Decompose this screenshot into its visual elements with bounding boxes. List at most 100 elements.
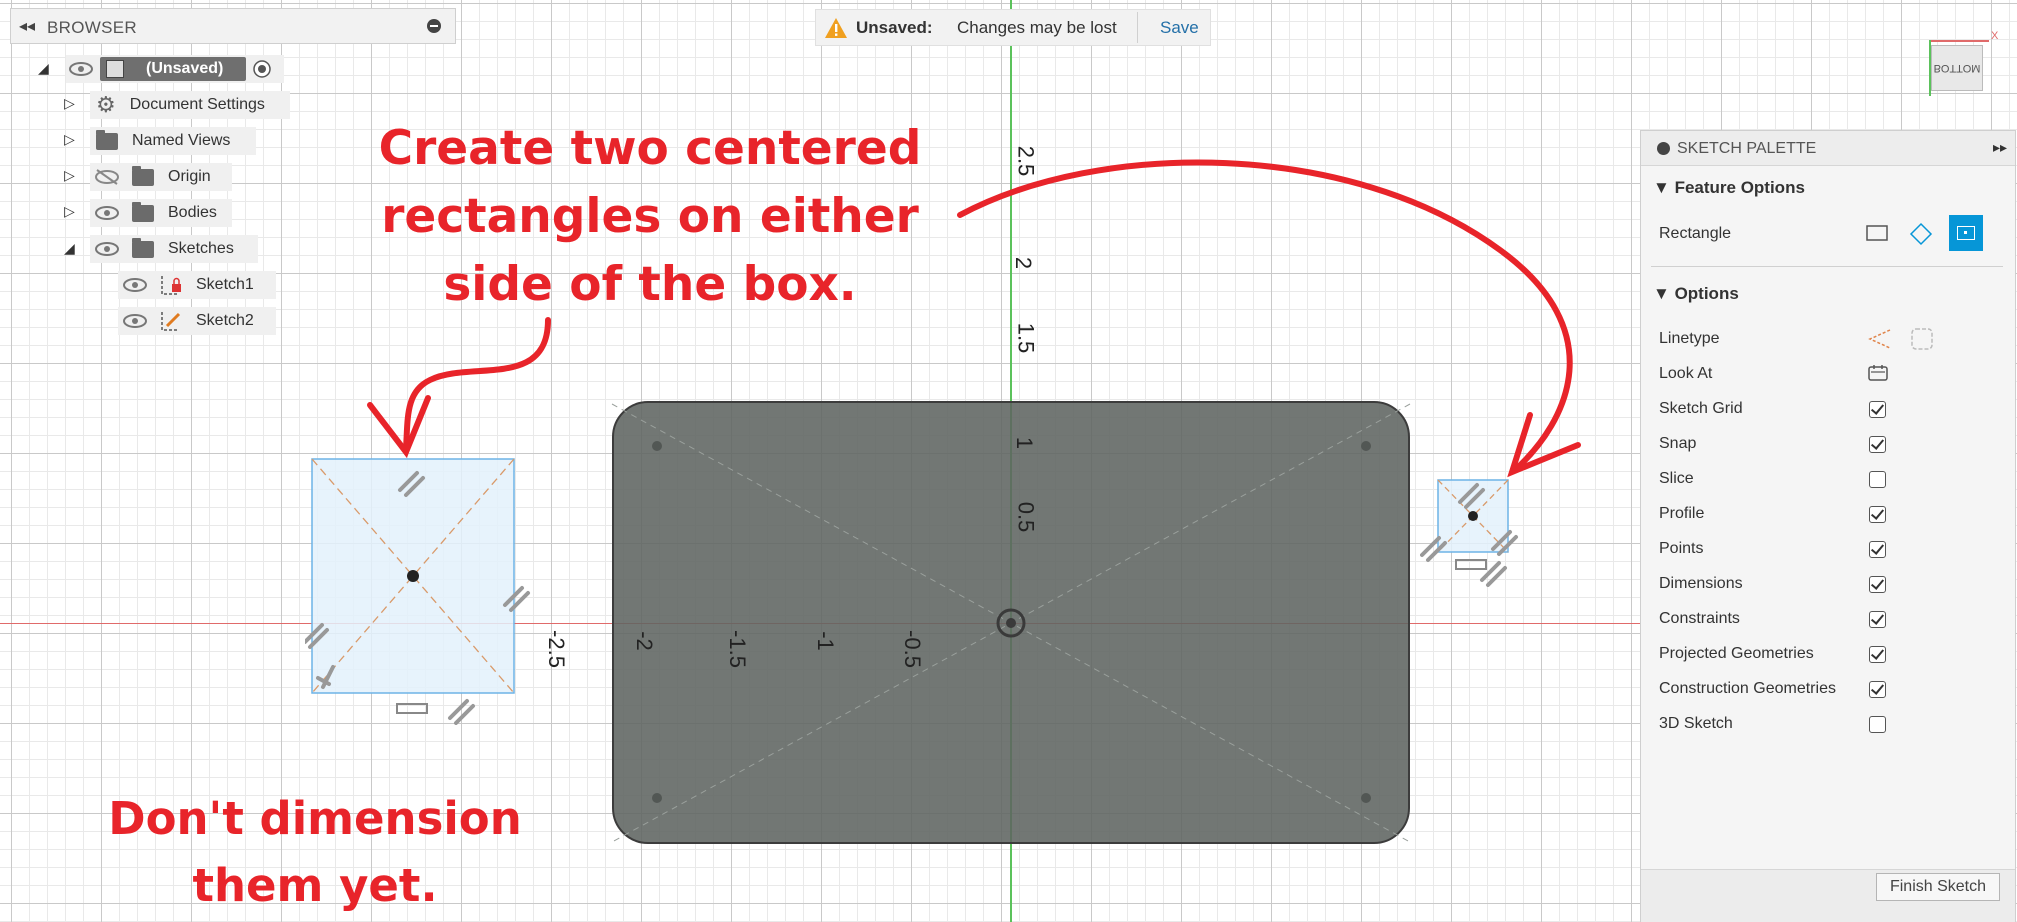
x-axis-letter: X <box>1991 30 1999 42</box>
visibility-icon[interactable] <box>68 61 94 77</box>
annotation-line: Don't dimension <box>108 792 522 845</box>
collapse-triangle-icon[interactable]: ◢ <box>64 240 75 257</box>
x-axis-indicator <box>1929 40 1989 42</box>
options-heading[interactable]: ▼ Options <box>1653 284 1739 304</box>
folder-icon <box>132 201 154 222</box>
unsaved-notification: Unsaved: Changes may be lost Save <box>815 9 1211 46</box>
annotation-line: rectangles on either <box>381 189 919 244</box>
tree-item-label: Document Settings <box>129 96 265 113</box>
option-label: Snap <box>1659 435 1697 452</box>
divider <box>1137 12 1138 43</box>
tree-item-sketch1[interactable]: Sketch1 <box>118 271 276 299</box>
expand-triangle-icon[interactable]: ▷ <box>64 203 75 220</box>
option-label: Slice <box>1659 470 1694 487</box>
finish-sketch-label: Finish Sketch <box>1889 878 1987 895</box>
expand-triangle-icon[interactable]: ▷ <box>64 95 75 112</box>
visibility-icon[interactable] <box>94 241 120 257</box>
section-divider <box>1651 266 2003 267</box>
section-label: Options <box>1674 284 1739 303</box>
visibility-icon[interactable] <box>122 313 148 329</box>
tree-item-document-settings[interactable]: ⚙ Document Settings <box>90 91 290 119</box>
option-label: 3D Sketch <box>1659 715 1733 732</box>
look-at-icon[interactable] <box>1867 363 1889 383</box>
browser-header[interactable]: ◂◂ BROWSER <box>10 8 456 44</box>
expand-triangle-icon[interactable]: ▷ <box>64 131 75 148</box>
expand-triangle-icon[interactable]: ◢ <box>38 60 49 77</box>
center-rectangle-icon[interactable] <box>1949 215 1983 251</box>
sketch-edit-icon <box>161 312 181 331</box>
section-label: Feature Options <box>1674 178 1805 197</box>
annotation-line: Create two centered <box>378 121 922 176</box>
profile-checkbox[interactable] <box>1869 506 1886 523</box>
center-dot <box>1964 231 1967 234</box>
slice-checkbox[interactable] <box>1869 471 1886 488</box>
tree-item-label: Bodies <box>168 204 217 221</box>
tree-item-named-views[interactable]: Named Views <box>90 127 256 155</box>
annotation-line: side of the box. <box>443 257 857 312</box>
gear-icon: ⚙ <box>96 92 116 117</box>
option-label: Points <box>1659 540 1704 557</box>
linetype-label: Linetype <box>1659 330 1720 347</box>
folder-icon <box>96 129 118 150</box>
warning-icon <box>825 18 847 38</box>
tree-item-label: Sketch1 <box>196 276 254 293</box>
tree-item-origin[interactable]: Origin <box>90 163 232 191</box>
minimize-icon[interactable] <box>427 19 441 33</box>
sketch-palette: SKETCH PALETTE ▸▸ ▼ Feature Options Rect… <box>1640 130 2016 922</box>
construction-linetype-icon[interactable] <box>1866 326 1892 352</box>
minimize-icon[interactable] <box>1657 142 1670 155</box>
points-checkbox[interactable] <box>1869 541 1886 558</box>
view-cube-face[interactable]: BOTTOM <box>1931 45 1983 91</box>
construction-geometries-checkbox[interactable] <box>1869 681 1886 698</box>
look-at-label: Look At <box>1659 365 1713 382</box>
unsaved-label: Unsaved: <box>856 18 933 37</box>
palette-header[interactable]: SKETCH PALETTE ▸▸ <box>1641 131 2015 166</box>
tree-item-label: Named Views <box>132 132 231 149</box>
rectangle-label: Rectangle <box>1659 225 1732 242</box>
browser-title: BROWSER <box>47 18 137 37</box>
tree-item-label: Sketches <box>168 240 234 257</box>
tree-item-sketches[interactable]: Sketches <box>90 235 258 263</box>
tree-item-bodies[interactable]: Bodies <box>90 199 232 227</box>
palette-title: SKETCH PALETTE <box>1677 140 1817 157</box>
sketch-grid-checkbox[interactable] <box>1869 401 1886 418</box>
visibility-icon[interactable] <box>94 205 120 221</box>
z-axis-indicator <box>1929 40 1931 96</box>
sketch-locked-icon <box>161 276 181 295</box>
activate-radio-icon[interactable] <box>252 59 272 79</box>
option-label: Constraints <box>1659 610 1740 627</box>
centerline-linetype-icon[interactable] <box>1909 326 1935 352</box>
snap-checkbox[interactable] <box>1869 436 1886 453</box>
visibility-icon[interactable] <box>122 277 148 293</box>
tree-item-sketch2[interactable]: Sketch2 <box>118 307 276 335</box>
constraints-checkbox[interactable] <box>1869 611 1886 628</box>
tree-root[interactable]: (Unsaved) <box>66 55 284 83</box>
tree-item-label: Origin <box>168 168 211 185</box>
folder-icon <box>132 237 154 258</box>
folder-icon <box>132 165 154 186</box>
finish-sketch-button[interactable]: Finish Sketch <box>1876 873 2000 901</box>
view-cube[interactable]: BOTTOM X <box>1925 30 1998 100</box>
option-label: Sketch Grid <box>1659 400 1743 417</box>
dimensions-checkbox[interactable] <box>1869 576 1886 593</box>
option-label: Construction Geometries <box>1659 680 1836 697</box>
root-label-box: (Unsaved) <box>100 57 246 81</box>
projected-geometries-checkbox[interactable] <box>1869 646 1886 663</box>
annotation-line: them yet. <box>192 859 438 912</box>
collapse-panel-icon[interactable]: ◂◂ <box>19 16 35 36</box>
save-button[interactable]: Save <box>1160 18 1199 38</box>
feature-options-heading[interactable]: ▼ Feature Options <box>1653 178 1805 198</box>
three-point-rectangle-icon[interactable] <box>1909 222 1933 246</box>
option-label: Profile <box>1659 505 1705 522</box>
hidden-eye-icon[interactable] <box>94 168 120 186</box>
3d-sketch-checkbox[interactable] <box>1869 716 1886 733</box>
two-point-rectangle-icon[interactable] <box>1866 224 1888 242</box>
option-label: Dimensions <box>1659 575 1743 592</box>
root-label: (Unsaved) <box>146 60 224 77</box>
view-cube-label: BOTTOM <box>1933 62 1981 74</box>
expand-panel-icon[interactable]: ▸▸ <box>1993 139 2007 156</box>
expand-triangle-icon[interactable]: ▷ <box>64 167 75 184</box>
component-icon <box>106 60 124 78</box>
option-label: Projected Geometries <box>1659 645 1814 662</box>
tree-item-label: Sketch2 <box>196 312 254 329</box>
